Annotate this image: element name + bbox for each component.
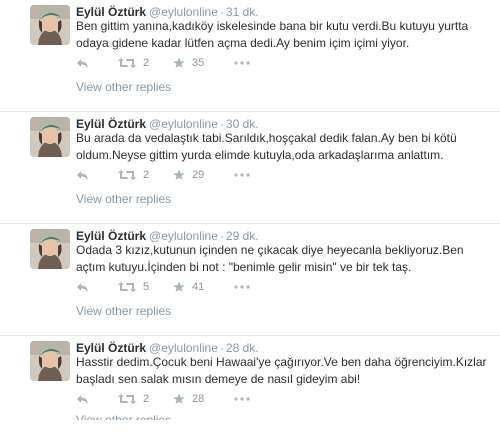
tweet-text: Odada 3 kızız,kutunun içinden ne çıkacak… [76, 243, 464, 274]
more-dots-icon [234, 173, 250, 177]
tweet-header: Eylül Öztürk @eylulonline · 31 dk. [76, 5, 259, 19]
more-button[interactable] [234, 391, 250, 407]
like-count: 35 [192, 57, 205, 69]
author-handle[interactable]: @eylulonline [149, 117, 218, 131]
reply-icon [77, 394, 88, 404]
retweet-button[interactable]: 2 [118, 167, 149, 183]
tweet-text: Hasstir dedim.Çocuk beni Hawaai'ye çağır… [76, 355, 487, 386]
tweet[interactable]: Eylül Öztürk @eylulonline · 28 dk. Hasstir … [0, 336, 500, 448]
like-button[interactable]: 35 [173, 55, 204, 71]
like-count: 41 [192, 281, 205, 293]
reply-icon [77, 170, 88, 180]
view-other-replies-link[interactable]: View other replies [76, 192, 171, 206]
tweet-header: Eylül Öztürk @eylulonline · 30 dk. [76, 117, 259, 131]
tweet-header: Eylül Öztürk @eylulonline · 28 dk. [76, 341, 259, 355]
star-icon [173, 169, 185, 180]
retweet-button[interactable]: 2 [118, 391, 149, 407]
reply-icon [77, 282, 88, 292]
timestamp[interactable]: 30 dk. [226, 117, 259, 131]
author-handle[interactable]: @eylulonline [149, 341, 218, 355]
retweet-icon [118, 282, 136, 292]
time-separator: · [219, 117, 224, 131]
like-count: 29 [192, 169, 205, 181]
avatar[interactable] [30, 229, 70, 269]
tweet-header: Eylül Öztürk @eylulonline · 29 dk. [76, 229, 259, 243]
star-icon [173, 393, 185, 404]
retweet-button[interactable]: 5 [118, 279, 149, 295]
like-button[interactable]: 41 [173, 279, 204, 295]
reply-button[interactable] [76, 391, 89, 407]
avatar[interactable] [30, 341, 70, 381]
more-dots-icon [234, 397, 250, 401]
author-name[interactable]: Eylül Öztürk [76, 341, 146, 355]
like-count: 28 [192, 393, 205, 405]
view-other-replies-link[interactable]: View other replies [76, 304, 171, 318]
retweet-count: 2 [143, 393, 150, 405]
tweet-text: Bu arada da vedalaştık tabi.Sarıldık,hoş… [76, 131, 457, 162]
retweet-count: 2 [143, 169, 150, 181]
time-separator: · [219, 341, 224, 355]
like-button[interactable]: 28 [173, 391, 204, 407]
retweet-count: 5 [143, 281, 150, 293]
retweet-count: 2 [143, 57, 150, 69]
retweet-icon [118, 170, 136, 180]
reply-icon [77, 58, 88, 68]
tweet-text: Ben gittim yanına,kadıköy iskelesinde ba… [76, 19, 469, 50]
view-other-replies-link[interactable]: View other replies [76, 414, 171, 420]
more-dots-icon [234, 285, 250, 289]
author-handle[interactable]: @eylulonline [149, 229, 218, 243]
avatar[interactable] [30, 5, 70, 45]
tweet[interactable]: Eylül Öztürk @eylulonline · 30 dk. Bu arada… [0, 112, 500, 224]
timestamp[interactable]: 28 dk. [226, 341, 259, 355]
author-name[interactable]: Eylül Öztürk [76, 229, 146, 243]
reply-button[interactable] [76, 167, 89, 183]
star-icon [173, 57, 185, 68]
time-separator: · [219, 5, 224, 19]
timestamp[interactable]: 31 dk. [226, 5, 259, 19]
more-dots-icon [234, 61, 250, 65]
more-button[interactable] [234, 55, 250, 71]
retweet-button[interactable]: 2 [118, 55, 149, 71]
like-button[interactable]: 29 [173, 167, 204, 183]
reply-button[interactable] [76, 55, 89, 71]
author-name[interactable]: Eylül Öztürk [76, 117, 146, 131]
author-name[interactable]: Eylül Öztürk [76, 5, 146, 19]
view-other-replies-link[interactable]: View other replies [76, 80, 171, 94]
tweet[interactable]: Eylül Öztürk @eylulonline · 31 dk. Ben gitt… [0, 0, 500, 112]
time-separator: · [219, 229, 224, 243]
author-handle[interactable]: @eylulonline [149, 5, 218, 19]
star-icon [173, 281, 185, 292]
avatar[interactable] [30, 117, 70, 157]
reply-button[interactable] [76, 279, 89, 295]
retweet-icon [118, 58, 136, 68]
retweet-icon [118, 394, 136, 404]
timestamp[interactable]: 29 dk. [226, 229, 259, 243]
tweet[interactable]: Eylül Öztürk @eylulonline · 29 dk. Odada 3 … [0, 224, 500, 336]
more-button[interactable] [234, 167, 250, 183]
more-button[interactable] [234, 279, 250, 295]
